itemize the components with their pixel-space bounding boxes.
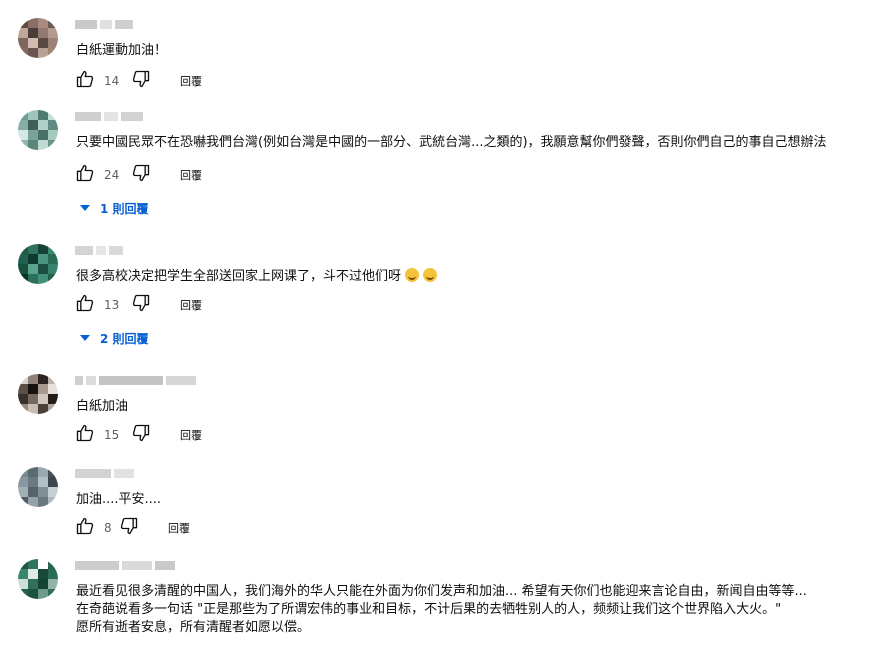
reply-button[interactable]: 回覆 — [180, 427, 202, 443]
thumbs-down-icon — [131, 293, 151, 317]
like-count: 24 — [104, 168, 120, 182]
author-name[interactable] — [75, 465, 134, 481]
thumbs-up-icon — [75, 69, 95, 93]
comment-text: 最近看见很多清醒的中国人，我们海外的华人只能在外面为你们发声和加油... 希望有… — [76, 583, 807, 637]
reply-button[interactable]: 回覆 — [180, 167, 202, 183]
comment-actions: 13 回覆 — [74, 294, 202, 316]
author-name[interactable] — [75, 372, 196, 388]
author-name[interactable] — [75, 108, 143, 124]
grinning-sweat-emoji — [405, 268, 420, 282]
comment-actions: 24 回覆 — [74, 164, 202, 186]
thumbs-down-icon — [131, 163, 151, 187]
caret-down-icon — [80, 331, 90, 345]
thumbs-up-icon — [75, 163, 95, 187]
like-button[interactable] — [74, 424, 96, 446]
thumbs-down-icon — [131, 423, 151, 447]
comment-actions: 8 回覆 — [74, 517, 190, 539]
dislike-button[interactable] — [130, 294, 152, 316]
comment-text: 很多高校决定把学生全部送回家上网课了，斗不过他们呀 — [76, 268, 438, 286]
author-name[interactable] — [75, 557, 175, 573]
thumbs-down-icon — [119, 516, 139, 540]
thumbs-up-icon — [75, 423, 95, 447]
avatar[interactable] — [18, 110, 58, 150]
author-name[interactable] — [75, 242, 123, 258]
dislike-button[interactable] — [118, 517, 140, 539]
comment-actions: 14 回覆 — [74, 70, 202, 92]
like-count: 15 — [104, 428, 120, 442]
avatar[interactable] — [18, 244, 58, 284]
like-button[interactable] — [74, 70, 96, 92]
like-count: 8 — [104, 521, 112, 535]
reply-button[interactable]: 回覆 — [168, 520, 190, 536]
dislike-button[interactable] — [130, 424, 152, 446]
comment-text-line: 在奇葩说看多一句话 "正是那些为了所谓宏伟的事业和目标，不计后果的去牺牲别人的人… — [76, 602, 782, 617]
grinning-sweat-emoji — [423, 268, 438, 282]
dislike-button[interactable] — [130, 164, 152, 186]
like-count: 14 — [104, 74, 120, 88]
comment-text: 只要中國民眾不在恐嚇我們台灣(例如台灣是中國的一部分、武統台灣...之類的)，我… — [76, 135, 827, 150]
thumbs-up-icon — [75, 516, 95, 540]
avatar[interactable] — [18, 467, 58, 507]
reply-button[interactable]: 回覆 — [180, 73, 202, 89]
thumbs-up-icon — [75, 293, 95, 317]
replies-count-label: 1 則回覆 — [100, 201, 149, 216]
comment-text-body: 很多高校决定把学生全部送回家上网课了，斗不过他们呀 — [76, 269, 402, 284]
dislike-button[interactable] — [130, 70, 152, 92]
like-button[interactable] — [74, 517, 96, 539]
like-button[interactable] — [74, 294, 96, 316]
reply-button[interactable]: 回覆 — [180, 297, 202, 313]
view-replies-button[interactable]: 1 則回覆 — [80, 198, 149, 218]
replies-count-label: 2 則回覆 — [100, 331, 149, 346]
thumbs-down-icon — [131, 69, 151, 93]
like-button[interactable] — [74, 164, 96, 186]
comment-actions: 15 回覆 — [74, 424, 202, 446]
like-count: 13 — [104, 298, 120, 312]
comment-text: 加油....平安.... — [76, 492, 162, 507]
comment-text: 白紙加油 — [76, 399, 129, 414]
comment-text: 白紙運動加油！ — [76, 43, 168, 58]
comment-text-line: 最近看见很多清醒的中国人，我们海外的华人只能在外面为你们发声和加油... 希望有… — [76, 584, 807, 599]
avatar[interactable] — [18, 559, 58, 599]
view-replies-button[interactable]: 2 則回覆 — [80, 328, 149, 348]
author-name[interactable] — [75, 16, 133, 32]
comment-text-line: 愿所有逝者安息，所有清醒者如愿以偿。 — [76, 620, 311, 635]
avatar[interactable] — [18, 18, 58, 58]
avatar[interactable] — [18, 374, 58, 414]
caret-down-icon — [80, 201, 90, 215]
